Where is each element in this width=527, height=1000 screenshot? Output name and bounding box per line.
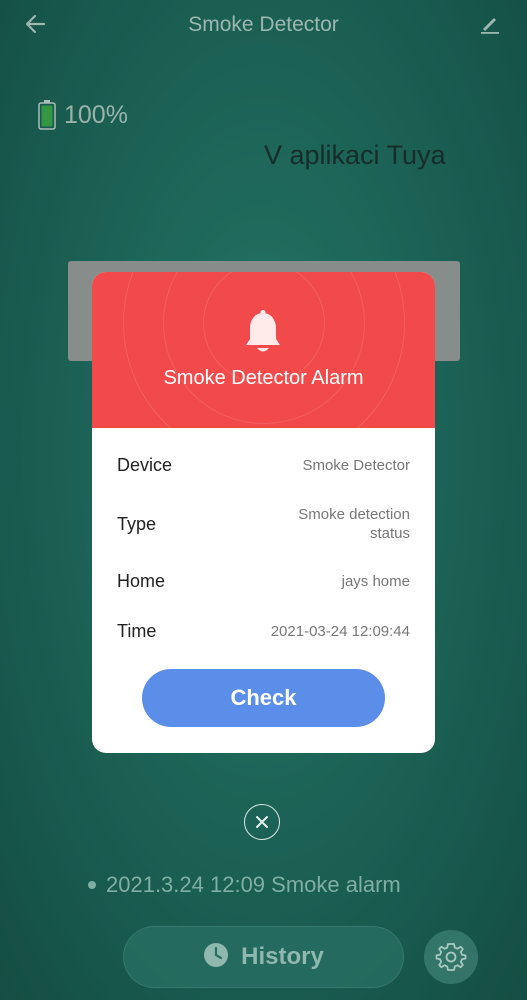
row-value: Smoke detection status [298, 506, 410, 542]
row-value: Smoke Detector [302, 457, 410, 474]
history-button[interactable]: History [123, 926, 404, 988]
last-event-text: 2021.3.24 12:09 Smoke alarm [106, 872, 401, 897]
row-label: Time [117, 621, 157, 641]
bell-icon [243, 309, 283, 357]
detail-row-home: Home jays home [117, 571, 410, 592]
last-event: 2021.3.24 12:09 Smoke alarm [88, 872, 401, 898]
check-button[interactable]: Check [142, 669, 385, 727]
row-label: Type [117, 513, 157, 534]
gear-icon[interactable] [424, 930, 478, 984]
row-label: Device [117, 455, 173, 475]
event-dot [88, 881, 96, 889]
close-icon[interactable] [244, 804, 280, 840]
alarm-dialog-header: Smoke Detector Alarm [92, 272, 435, 428]
detail-row-type: Type Smoke detection status [117, 505, 410, 543]
row-value: 2021-03-24 12:09:44 [270, 623, 410, 640]
history-label: History [241, 943, 324, 970]
alarm-dialog: Smoke Detector Alarm Device Smoke Detect… [92, 272, 435, 753]
detail-row-time: Time 2021-03-24 12:09:44 [117, 621, 410, 642]
alarm-title: Smoke Detector Alarm [163, 367, 364, 389]
row-label: Home [117, 571, 166, 591]
detail-row-device: Device Smoke Detector [117, 455, 410, 476]
clock-icon [203, 942, 229, 973]
row-value: jays home [341, 573, 410, 590]
